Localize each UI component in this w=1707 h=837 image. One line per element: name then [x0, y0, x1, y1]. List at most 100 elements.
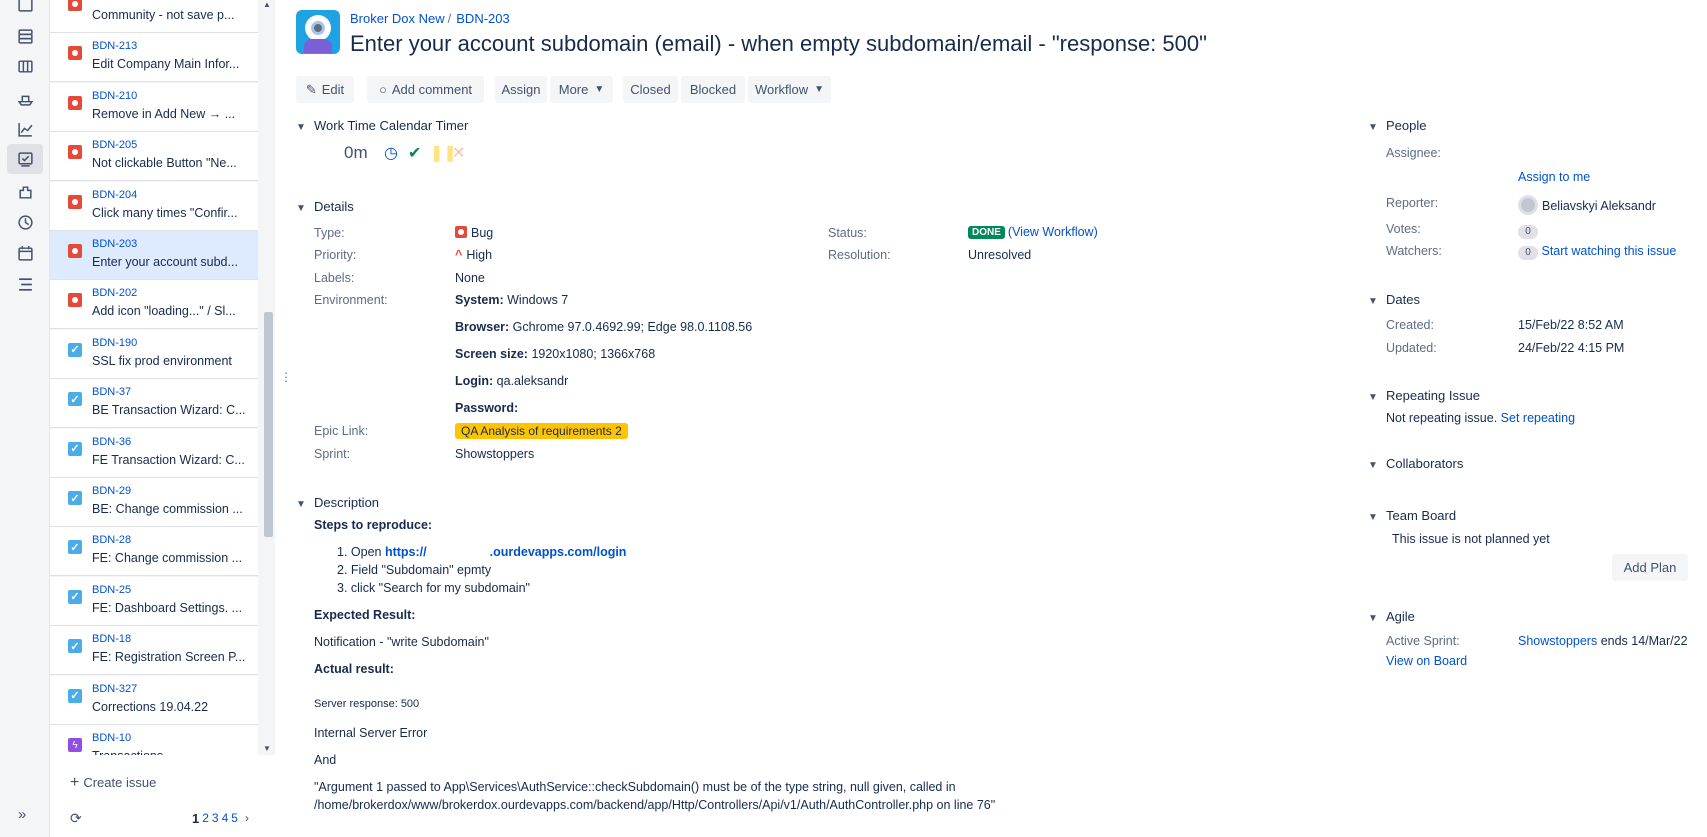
issue-key[interactable]: BDN-205 — [92, 139, 137, 151]
list-item[interactable]: ✓ BDN-29 BE: Change commission ... — [50, 478, 258, 527]
page-link[interactable]: 4 — [222, 811, 229, 826]
issues-icon[interactable] — [7, 144, 43, 174]
active-sprint-link[interactable]: Showstoppers — [1518, 634, 1597, 648]
workflow-button[interactable]: Workflow ▼ — [748, 76, 831, 103]
resize-handle-icon[interactable]: ⋮ — [280, 370, 292, 384]
issue-key[interactable]: BDN-28 — [92, 534, 131, 546]
list-item[interactable]: BDN-205 Not clickable Button "Ne... — [50, 132, 258, 182]
issue-key[interactable]: BDN-203 — [92, 238, 137, 250]
list-item[interactable]: ✓ BDN-36 FE Transaction Wizard: C... — [50, 428, 258, 478]
clock-icon[interactable]: ◷ — [384, 143, 398, 163]
issue-key[interactable]: BDN-18 — [92, 633, 131, 645]
issue-summary: BE: Change commission ... — [92, 502, 243, 516]
edit-button[interactable]: ✎ Edit — [296, 76, 354, 103]
collaborators-section-toggle[interactable]: ▼ Collaborators — [1368, 456, 1463, 471]
list-item[interactable]: ✓ BDN-18 FE: Registration Screen P... — [50, 626, 258, 676]
assign-button[interactable]: Assign — [495, 76, 547, 103]
type-value: Bug — [455, 226, 493, 240]
issue-key[interactable]: BDN-210 — [92, 90, 137, 102]
issue-key[interactable]: BDN-37 — [92, 386, 131, 398]
next-page-icon[interactable]: › — [245, 811, 249, 826]
check-icon[interactable]: ✔ — [408, 143, 421, 163]
add-plan-button[interactable]: Add Plan — [1612, 554, 1688, 581]
list-item[interactable]: ✓ BDN-28 FE: Change commission ... — [50, 527, 258, 577]
view-on-board-link[interactable]: View on Board — [1386, 654, 1467, 668]
list-item[interactable]: ✓ BDN-327 Corrections 19.04.22 — [50, 675, 258, 725]
issue-key[interactable]: BDN-213 — [92, 40, 137, 52]
refresh-icon[interactable]: ⟳ — [70, 810, 82, 827]
issue-key[interactable]: BDN-36 — [92, 436, 131, 448]
issue-summary: Corrections 19.04.22 — [92, 699, 209, 714]
list-item[interactable]: ϟ BDN-10 Transactions — [50, 725, 258, 755]
columns-icon[interactable] — [15, 56, 35, 76]
ship-icon[interactable] — [15, 88, 35, 108]
set-repeating-link[interactable]: Set repeating — [1501, 411, 1575, 425]
page-link[interactable]: 2 — [202, 811, 209, 826]
description-section-toggle[interactable]: ▼ Description — [296, 495, 379, 510]
issue-key[interactable]: BDN-25 — [92, 584, 131, 596]
status-label: Status: — [828, 226, 867, 240]
list-item[interactable]: BDN-203 Enter your account subd... — [50, 231, 258, 280]
votes-value[interactable]: 0 — [1518, 223, 1538, 239]
start-watching-link[interactable]: Start watching this issue — [1541, 244, 1676, 258]
stop-icon[interactable]: ✕ — [452, 143, 465, 163]
timeline-icon[interactable] — [15, 274, 35, 294]
clock-icon[interactable] — [15, 212, 35, 232]
breadcrumb-project[interactable]: Broker Dox New — [350, 11, 445, 26]
task-icon: ✓ — [68, 342, 82, 357]
server-response: Server response: 500 — [314, 698, 420, 710]
scroll-down-icon[interactable]: ▼ — [263, 744, 271, 753]
list-item[interactable]: BDN-210 Remove in Add New → ... — [50, 82, 258, 132]
repeating-section-toggle[interactable]: ▼ Repeating Issue — [1368, 388, 1480, 403]
issue-key[interactable]: BDN-202 — [92, 287, 137, 299]
list-item[interactable]: ✓ BDN-25 FE: Dashboard Settings. ... — [50, 576, 258, 626]
chevron-down-icon: ▼ — [1368, 122, 1378, 133]
sprint-label: Sprint: — [314, 447, 351, 461]
list-item[interactable]: BDN-204 Click many times "Confir... — [50, 181, 258, 231]
database-icon[interactable] — [15, 26, 35, 46]
team-board-section-toggle[interactable]: ▼ Team Board — [1368, 508, 1456, 523]
step-3: 3. click "Search for my subdomain" — [337, 581, 530, 595]
expand-sidebar-icon[interactable]: » — [18, 806, 26, 823]
epic-link-value[interactable]: QA Analysis of requirements 2 — [455, 423, 628, 439]
calendar-icon[interactable] — [15, 243, 35, 263]
timer-section-toggle[interactable]: ▼ Work Time Calendar Timer — [296, 118, 468, 133]
view-workflow-link[interactable]: (View Workflow) — [1008, 225, 1098, 239]
issue-summary: FE Transaction Wizard: C... — [92, 452, 245, 467]
issue-key[interactable]: BDN-237 — [92, 0, 137, 3]
details-section-toggle[interactable]: ▼ Details — [296, 199, 354, 214]
issue-key[interactable]: BDN-29 — [92, 485, 131, 497]
dates-section-toggle[interactable]: ▼ Dates — [1368, 292, 1420, 307]
puzzle-icon[interactable] — [15, 182, 35, 202]
page-link[interactable]: 5 — [231, 811, 238, 826]
issue-list-scroll-thumb[interactable] — [264, 312, 273, 537]
login-url-link[interactable]: https://.ourdevapps.com/login — [385, 545, 627, 559]
list-item[interactable]: ✓ BDN-37 BE Transaction Wizard: C... — [50, 379, 258, 429]
agile-section-toggle[interactable]: ▼ Agile — [1368, 609, 1415, 624]
create-issue-button[interactable]: + Create issue — [70, 774, 156, 792]
issue-key[interactable]: BDN-204 — [92, 189, 137, 201]
page-link[interactable]: 3 — [212, 811, 219, 826]
closed-button[interactable]: Closed — [623, 76, 678, 103]
chart-icon[interactable] — [15, 119, 35, 139]
priority-high-icon: ^ — [455, 248, 463, 262]
add-comment-button[interactable]: ○ Add comment — [367, 76, 484, 103]
project-avatar[interactable] — [296, 10, 340, 54]
list-item[interactable]: BDN-237 Community - not save p... — [50, 0, 258, 33]
issue-summary: Click many times "Confir... — [92, 205, 238, 220]
list-item[interactable]: BDN-213 Edit Company Main Infor... — [50, 33, 258, 83]
more-button[interactable]: More ▼ — [550, 76, 613, 103]
list-item[interactable]: ✓ BDN-190 SSL fix prod environment — [50, 329, 258, 379]
breadcrumb-issue-key[interactable]: BDN-203 — [456, 11, 509, 26]
issue-key[interactable]: BDN-190 — [92, 337, 137, 349]
assign-to-me-link[interactable]: Assign to me — [1518, 170, 1590, 184]
list-item[interactable]: BDN-202 Add icon "loading..." / Sl... — [50, 280, 258, 330]
board-icon[interactable] — [15, 0, 35, 14]
status-badge: DONE — [968, 226, 1005, 239]
people-section-toggle[interactable]: ▼ People — [1368, 118, 1426, 133]
blocked-button[interactable]: Blocked — [681, 76, 745, 103]
issue-key[interactable]: BDN-10 — [92, 732, 131, 744]
chevron-down-icon: ▼ — [594, 84, 605, 95]
scroll-up-icon[interactable]: ▲ — [263, 0, 271, 9]
issue-key[interactable]: BDN-327 — [92, 683, 137, 695]
